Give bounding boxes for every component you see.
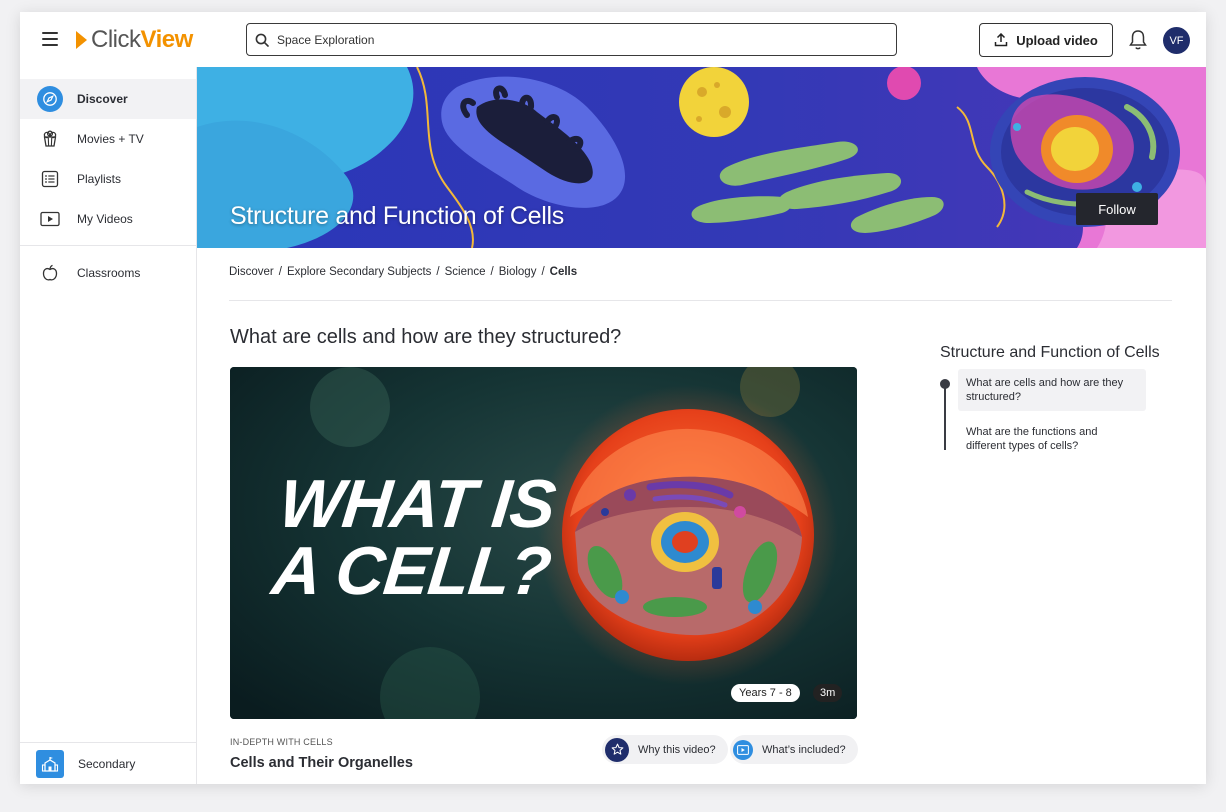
search-input[interactable] [277, 32, 877, 47]
top-bar: ClickView Upload video VF [20, 12, 1206, 67]
list-icon [37, 166, 63, 192]
outline-title: Structure and Function of Cells [940, 344, 1160, 361]
school-level-selector[interactable]: Secondary [20, 742, 196, 784]
topic-banner: Structure and Function of Cells Follow [197, 67, 1206, 248]
clickview-logo[interactable]: Click View [76, 26, 193, 54]
breadcrumb-separator: / [278, 266, 282, 278]
popcorn-icon [37, 126, 63, 152]
sidebar-item-discover[interactable]: Discover [20, 79, 196, 119]
breadcrumb-science[interactable]: Science [445, 266, 486, 278]
outline-current-marker [940, 379, 950, 389]
breadcrumb-biology[interactable]: Biology [499, 266, 537, 278]
sidebar-item-movies-tv[interactable]: Movies + TV [20, 119, 196, 159]
bell-icon[interactable] [1128, 29, 1148, 51]
whats-included-button[interactable]: What’s included? [730, 735, 858, 764]
outline-item-cells-functions[interactable]: What are the functions and different typ… [958, 418, 1146, 460]
video-overlay-line2: A CELL? [268, 532, 555, 609]
video-overlay-line1: WHAT IS [275, 466, 559, 542]
search-bar[interactable] [246, 23, 897, 56]
sidebar: Discover Movies + TV Playlists My Videos [20, 67, 197, 784]
breadcrumb-separator: / [490, 266, 494, 278]
star-icon [605, 737, 629, 762]
breadcrumb-explore-secondary-subjects[interactable]: Explore Secondary Subjects [287, 266, 431, 278]
compass-icon [37, 86, 63, 112]
section-title: What are cells and how are they structur… [230, 326, 622, 348]
upload-icon [994, 33, 1008, 47]
sidebar-item-label: Playlists [77, 172, 122, 186]
why-this-video-button[interactable]: Why this video? [602, 735, 728, 764]
content-divider [229, 300, 1172, 301]
upload-video-button[interactable]: Upload video [979, 23, 1113, 57]
duration-badge: 3m [813, 684, 843, 702]
school-level-label: Secondary [78, 756, 136, 771]
sidebar-item-label: Classrooms [77, 266, 141, 280]
sidebar-item-my-videos[interactable]: My Videos [20, 199, 196, 239]
breadcrumb: Discover / Explore Secondary Subjects / Sc… [229, 266, 577, 278]
sidebar-item-label: My Videos [77, 212, 133, 226]
video-play-icon [733, 739, 753, 760]
banner-title: Structure and Function of Cells [230, 202, 564, 230]
outline-track [944, 386, 946, 450]
video-title[interactable]: Cells and Their Organelles [230, 755, 413, 771]
search-icon [255, 33, 269, 47]
video-play-icon [37, 206, 63, 232]
breadcrumb-separator: / [436, 266, 440, 278]
sidebar-item-label: Movies + TV [77, 132, 144, 146]
user-avatar[interactable]: VF [1163, 27, 1190, 54]
video-thumbnail[interactable]: WHAT IS A CELL? Years 7 - 8 3m [230, 367, 857, 719]
follow-button[interactable]: Follow [1076, 193, 1158, 225]
apple-icon [37, 260, 63, 286]
menu-icon[interactable] [42, 32, 58, 46]
sidebar-divider [20, 245, 196, 246]
breadcrumb-separator: / [541, 266, 545, 278]
video-series-label: IN-DEPTH WITH CELLS [230, 737, 333, 747]
why-this-video-label: Why this video? [638, 743, 716, 756]
upload-video-label: Upload video [1016, 32, 1098, 48]
video-overlay-text: WHAT IS A CELL? [268, 466, 561, 609]
logo-text-view: View [140, 26, 194, 53]
sidebar-item-label: Discover [77, 92, 128, 106]
sidebar-item-playlists[interactable]: Playlists [20, 159, 196, 199]
app-window: ClickView Upload video VF Discover Movie… [20, 12, 1206, 784]
outline-item-cells-structure[interactable]: What are cells and how are they structur… [958, 369, 1146, 411]
whats-included-label: What’s included? [762, 743, 846, 756]
year-level-badge: Years 7 - 8 [731, 684, 800, 702]
sidebar-item-classrooms[interactable]: Classrooms [20, 253, 196, 293]
logo-text-click: Click [91, 26, 141, 53]
breadcrumb-current: Cells [549, 266, 578, 278]
logo-play-icon [76, 31, 87, 49]
school-building-icon [36, 749, 64, 778]
breadcrumb-discover[interactable]: Discover [229, 266, 274, 278]
